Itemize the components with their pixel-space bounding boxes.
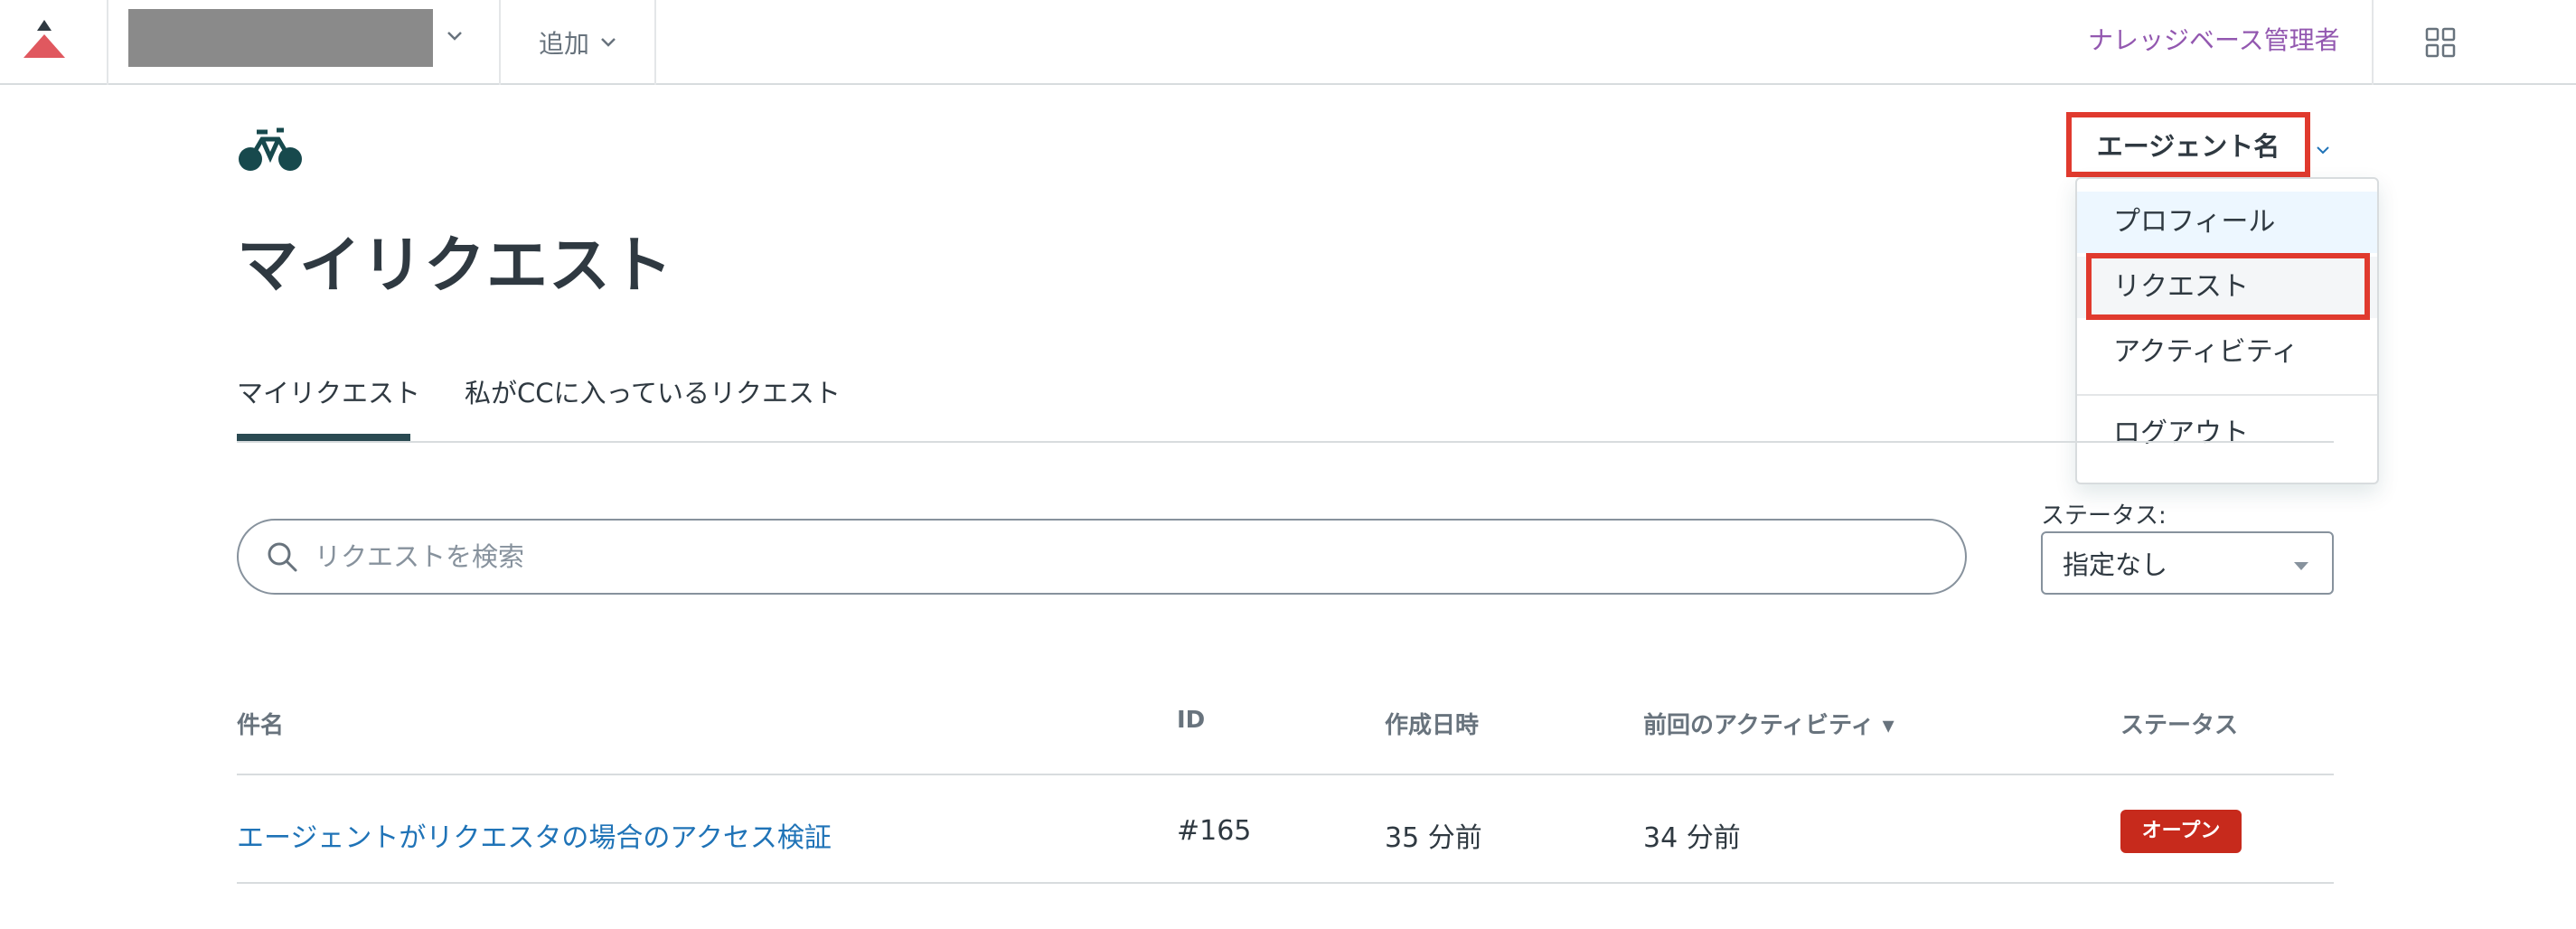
divider xyxy=(2372,0,2374,85)
active-tab-indicator xyxy=(237,434,410,441)
divider xyxy=(654,0,656,85)
knowledge-base-admin-link[interactable]: ナレッジベース管理者 xyxy=(2088,0,2340,85)
apps-grid-icon[interactable] xyxy=(2425,27,2456,58)
status-badge: オープン xyxy=(2120,810,2242,853)
chevron-down-icon[interactable] xyxy=(2315,145,2331,155)
request-subject-link[interactable]: エージェントがリクエスタの場合のアクセス検証 xyxy=(237,815,832,855)
request-last-activity: 34 分前 xyxy=(1643,822,1741,854)
status-filter-label: ステータス: xyxy=(2041,502,2167,530)
table-divider xyxy=(237,882,2334,884)
bicycle-icon xyxy=(239,127,302,171)
add-menu-button[interactable]: 追加 xyxy=(539,0,616,85)
status-filter-value: 指定なし xyxy=(2063,549,2168,580)
column-header-status: ステータス xyxy=(2120,712,2239,739)
chevron-down-icon[interactable] xyxy=(447,31,463,42)
request-tabs: マイリクエスト 私がCCに入っているリクエスト xyxy=(237,361,2334,443)
column-header-subject: 件名 xyxy=(237,712,285,739)
menu-item-requests[interactable]: リクエスト xyxy=(2077,257,2377,318)
divider xyxy=(499,0,501,85)
brand-logo-icon xyxy=(24,20,65,58)
column-header-created: 作成日時 xyxy=(1385,712,1480,739)
column-header-last-activity[interactable]: 前回のアクティビティ ▾ xyxy=(1643,707,1894,740)
request-search-box[interactable] xyxy=(237,519,1967,595)
column-header-id: ID xyxy=(1177,707,1206,734)
menu-item-profile[interactable]: プロフィール xyxy=(2077,192,2377,253)
user-menu-button[interactable]: エージェント名 xyxy=(2066,112,2310,177)
table-divider xyxy=(237,774,2334,775)
page-title: マイリクエスト xyxy=(237,230,674,302)
brand-logo[interactable] xyxy=(0,0,90,85)
divider xyxy=(107,0,108,85)
search-input[interactable] xyxy=(313,540,1853,573)
tab-my-requests[interactable]: マイリクエスト xyxy=(237,372,420,410)
top-navigation-bar: 追加 ナレッジベース管理者 xyxy=(0,0,2576,85)
add-menu-label: 追加 xyxy=(539,29,590,59)
select-caret-icon xyxy=(2294,562,2308,570)
request-created: 35 分前 xyxy=(1385,822,1482,854)
tab-cc-requests[interactable]: 私がCCに入っているリクエスト xyxy=(465,372,841,410)
search-icon xyxy=(268,542,297,572)
workspace-selector-redacted[interactable] xyxy=(128,9,433,67)
status-filter-select[interactable]: 指定なし xyxy=(2041,531,2334,595)
chevron-down-icon xyxy=(601,38,616,47)
request-id: #165 xyxy=(1177,815,1252,847)
